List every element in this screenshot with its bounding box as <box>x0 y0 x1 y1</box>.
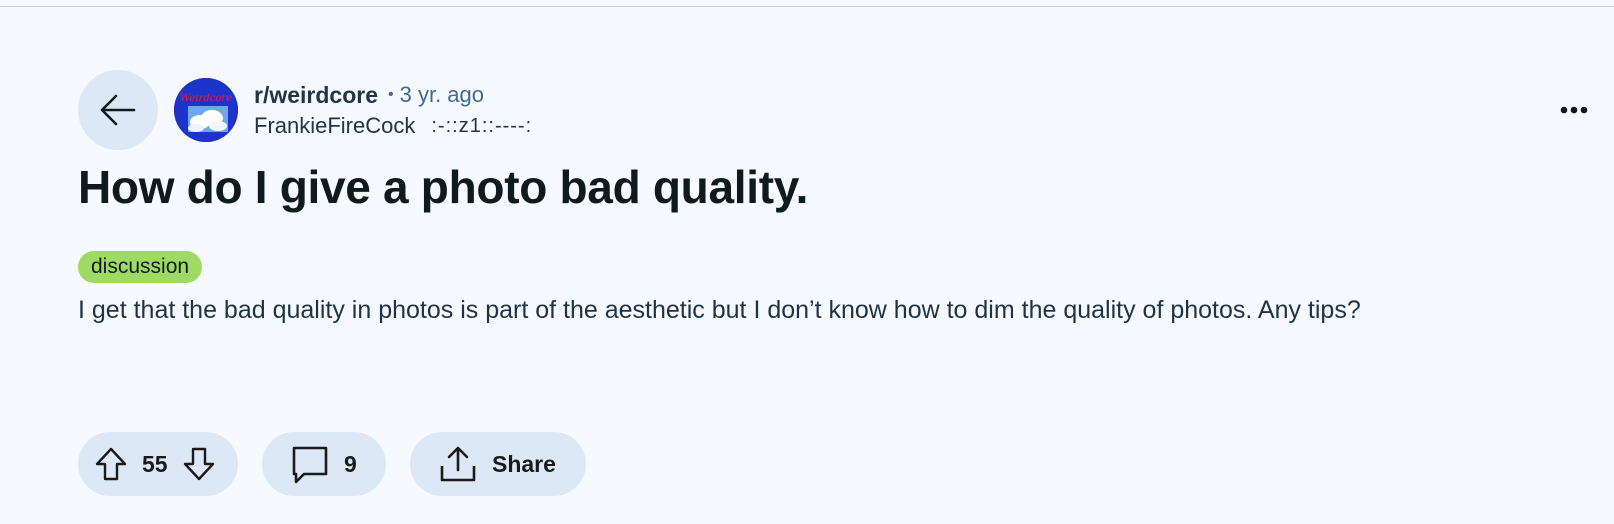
avatar-cloud-image <box>174 78 238 142</box>
downvote-button[interactable] <box>182 446 216 482</box>
avatar-logo-text: Weirdcore <box>179 93 233 104</box>
comments-button[interactable]: 9 <box>262 432 386 496</box>
post-detail: Weirdcore r/weirdcore • 3 yr. ago Franki… <box>0 0 1614 524</box>
vote-bar: 55 <box>78 432 238 496</box>
author-link[interactable]: FrankieFireCock <box>254 113 415 139</box>
vote-count: 55 <box>142 450 168 477</box>
post-flair[interactable]: discussion <box>78 251 203 283</box>
meta-separator: • <box>388 86 394 103</box>
post-title: How do I give a photo bad quality. <box>78 161 809 213</box>
post-meta: r/weirdcore • 3 yr. ago FrankieFireCock … <box>254 80 532 142</box>
post-age: 3 yr. ago <box>399 82 484 107</box>
more-options-icon <box>1560 106 1588 114</box>
subreddit-avatar[interactable]: Weirdcore <box>174 78 238 142</box>
back-button[interactable] <box>78 70 158 150</box>
share-label: Share <box>492 450 556 477</box>
author-flair: :-::z1::----: <box>431 114 533 137</box>
upvote-button[interactable] <box>94 446 128 482</box>
comment-icon-wrap <box>290 444 330 484</box>
post-body: I get that the bad quality in photos is … <box>78 296 1361 324</box>
back-arrow-icon <box>100 94 136 126</box>
comment-icon <box>292 446 328 484</box>
more-options-button[interactable] <box>1552 92 1596 128</box>
downvote-icon <box>183 447 214 481</box>
share-icon <box>440 446 476 482</box>
subreddit-link[interactable]: r/weirdcore <box>254 82 378 109</box>
upvote-icon <box>95 447 127 481</box>
share-button[interactable]: Share <box>410 432 586 496</box>
share-icon-wrap <box>438 444 478 484</box>
comment-count: 9 <box>344 450 357 477</box>
